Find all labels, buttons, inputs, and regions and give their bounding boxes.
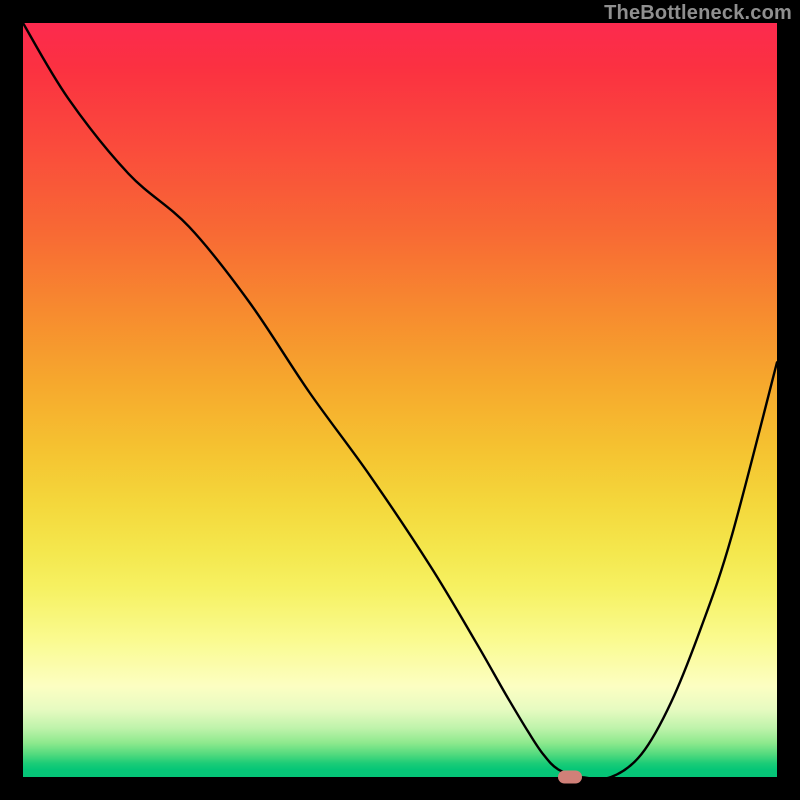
bottleneck-curve <box>23 23 777 777</box>
optimum-marker <box>558 771 582 784</box>
chart-frame: TheBottleneck.com <box>0 0 800 800</box>
curve-path <box>23 23 777 777</box>
plot-area <box>23 23 777 777</box>
watermark-text: TheBottleneck.com <box>604 2 792 25</box>
